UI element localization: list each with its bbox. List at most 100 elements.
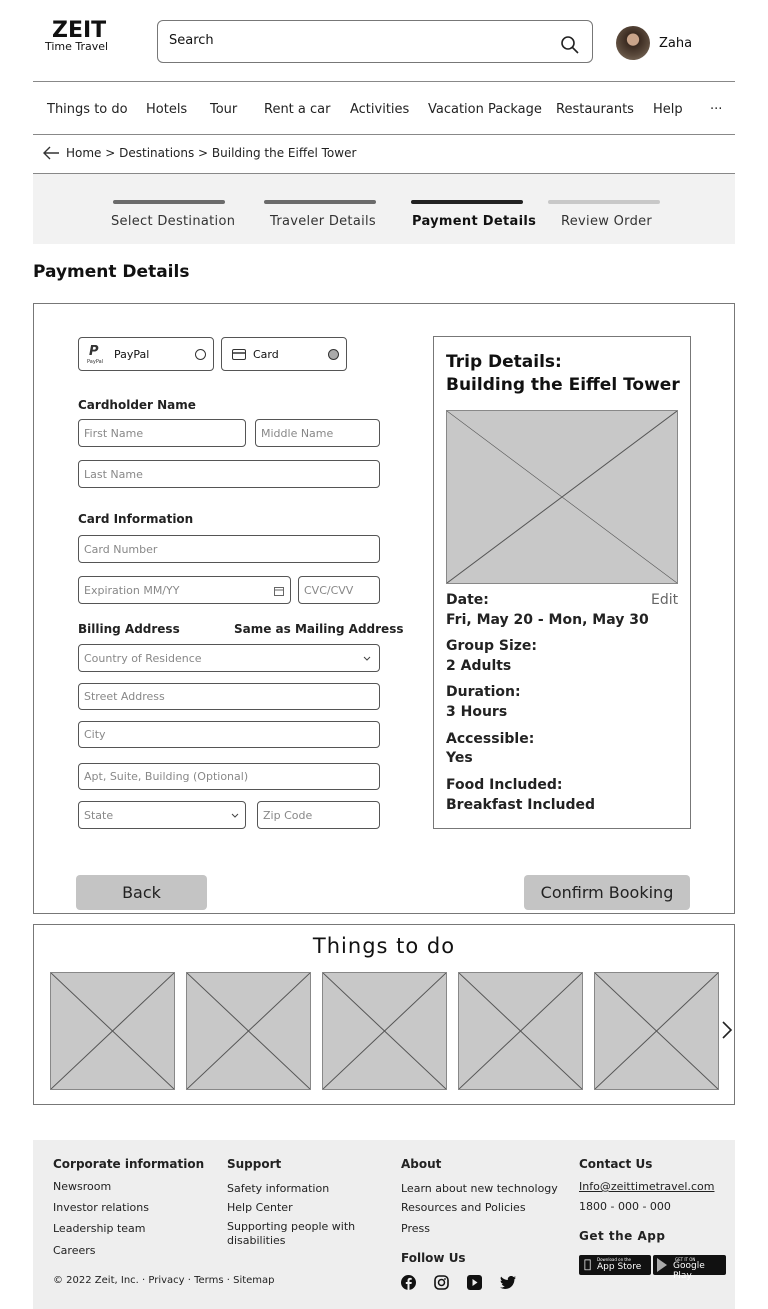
footer-link[interactable]: Learn about new technology: [401, 1182, 558, 1195]
search-input[interactable]: Search: [157, 20, 593, 63]
youtube-icon[interactable]: [467, 1275, 482, 1290]
activity-card-placeholder[interactable]: [594, 972, 719, 1090]
trip-image-placeholder: [446, 410, 678, 584]
first-name-input[interactable]: First Name: [78, 419, 246, 447]
middle-name-input[interactable]: Middle Name: [255, 419, 380, 447]
billing-label: Billing Address: [78, 622, 180, 636]
group-size-label: Group Size:: [446, 638, 537, 654]
nav-vacation-package[interactable]: Vacation Package: [428, 102, 542, 117]
apt-input[interactable]: Apt, Suite, Building (Optional): [78, 763, 380, 790]
breadcrumb[interactable]: Home > Destinations > Building the Eiffe…: [66, 146, 356, 160]
trip-destination: Building the Eiffel Tower: [446, 375, 680, 395]
step-bar-3: [411, 200, 523, 204]
card-label: Card: [253, 348, 279, 361]
card-info-label: Card Information: [78, 512, 194, 526]
nav-rent-a-car[interactable]: Rent a car: [264, 102, 330, 117]
paypal-radio[interactable]: [195, 349, 206, 360]
card-number-input[interactable]: Card Number: [78, 535, 380, 563]
facebook-icon[interactable]: [401, 1275, 416, 1290]
expiration-placeholder: Expiration MM/YY: [84, 583, 180, 597]
twitter-icon[interactable]: [500, 1276, 516, 1289]
apple-icon: : [584, 1257, 591, 1271]
cardholder-label: Cardholder Name: [78, 398, 196, 412]
follow-us-title: Follow Us: [401, 1251, 466, 1265]
step-payment-details[interactable]: Payment Details: [412, 214, 536, 229]
footer-support-title: Support: [227, 1157, 282, 1171]
get-app-title: Get the App: [579, 1229, 666, 1243]
logo-subtitle: Time Travel: [45, 40, 109, 53]
footer-link[interactable]: Safety information: [227, 1182, 329, 1195]
page-title: Payment Details: [33, 262, 190, 282]
country-select[interactable]: Country of Residence: [78, 644, 380, 672]
paypal-logo-text: PayPal: [87, 359, 104, 365]
date-label: Date:: [446, 592, 489, 608]
search-icon[interactable]: [561, 36, 579, 54]
more-icon[interactable]: ···: [710, 102, 722, 117]
food-value: Breakfast Included: [446, 797, 596, 813]
food-label: Food Included:: [446, 777, 563, 793]
nav-restaurants[interactable]: Restaurants: [556, 102, 634, 117]
last-name-input[interactable]: Last Name: [78, 460, 380, 488]
instagram-icon[interactable]: [434, 1275, 449, 1290]
paypal-icon: P: [89, 344, 99, 359]
footer-link[interactable]: Newsroom: [53, 1180, 111, 1193]
activity-card-placeholder[interactable]: [50, 972, 175, 1090]
activity-card-placeholder[interactable]: [322, 972, 447, 1090]
footer-link[interactable]: Investor relations: [53, 1201, 149, 1214]
date-value: Fri, May 20 - Mon, May 30: [446, 612, 649, 628]
state-select[interactable]: State: [78, 801, 246, 829]
same-as-mailing-toggle[interactable]: Same as Mailing Address: [234, 622, 403, 636]
paypal-label: PayPal: [114, 348, 150, 361]
nav-help[interactable]: Help: [653, 102, 683, 117]
nav-hotels[interactable]: Hotels: [146, 102, 187, 117]
footer-about-title: About: [401, 1157, 442, 1171]
country-placeholder: Country of Residence: [84, 651, 202, 665]
things-to-do-title: Things to do: [312, 934, 456, 958]
activity-card-placeholder[interactable]: [458, 972, 583, 1090]
footer-corp-title: Corporate information: [53, 1157, 205, 1171]
google-play-badge[interactable]: GET IT ON Google Play: [653, 1255, 726, 1281]
avatar[interactable]: [616, 26, 650, 60]
footer-link[interactable]: Help Center: [227, 1201, 293, 1214]
paypal-option[interactable]: P PayPal PayPal: [78, 337, 214, 371]
footer-link[interactable]: Resources and Policies: [401, 1201, 526, 1214]
group-size-value: 2 Adults: [446, 658, 512, 674]
nav-things-to-do[interactable]: Things to do: [47, 102, 128, 117]
footer-link[interactable]: Press: [401, 1222, 430, 1235]
app-store-badge[interactable]:  Download on the App Store: [579, 1255, 651, 1275]
copyright: © 2022 Zeit, Inc. · Privacy · Terms · Si…: [53, 1275, 275, 1286]
state-placeholder: State: [84, 808, 114, 822]
activity-card-placeholder[interactable]: [186, 972, 311, 1090]
chevron-right-icon[interactable]: [721, 1020, 733, 1040]
calendar-icon[interactable]: [274, 586, 284, 596]
footer-link[interactable]: Supporting people with disabilities: [227, 1220, 367, 1248]
google-play-label: Google Play: [673, 1261, 705, 1281]
card-option[interactable]: Card: [221, 337, 347, 371]
cvc-input[interactable]: CVC/CVV: [298, 576, 380, 604]
footer-link[interactable]: Careers: [53, 1244, 96, 1257]
nav-activities[interactable]: Activities: [350, 102, 409, 117]
back-arrow-icon[interactable]: [42, 146, 60, 160]
divider: [33, 134, 735, 135]
contact-email-link[interactable]: Info@zeittimetravel.com: [579, 1180, 714, 1193]
nav-tour[interactable]: Tour: [210, 102, 237, 117]
card-radio-selected[interactable]: [328, 349, 339, 360]
step-review-order[interactable]: Review Order: [561, 214, 652, 229]
contact-phone: 1800 - 000 - 000: [579, 1200, 671, 1213]
expiration-input[interactable]: Expiration MM/YY: [78, 576, 291, 604]
edit-link[interactable]: Edit: [651, 592, 678, 608]
stepper: [33, 174, 735, 244]
back-button[interactable]: Back: [76, 875, 207, 910]
chevron-down-icon: [363, 656, 371, 661]
step-traveler-details[interactable]: Traveler Details: [270, 214, 376, 229]
step-select-destination[interactable]: Select Destination: [111, 214, 235, 229]
city-input[interactable]: City: [78, 721, 380, 748]
zip-input[interactable]: Zip Code: [257, 801, 380, 829]
confirm-booking-button[interactable]: Confirm Booking: [524, 875, 690, 910]
divider: [33, 81, 735, 82]
step-bar-2: [264, 200, 376, 204]
search-placeholder: Search: [169, 33, 214, 48]
footer-link[interactable]: Leadership team: [53, 1222, 146, 1235]
user-name[interactable]: Zaha: [659, 36, 692, 51]
street-input[interactable]: Street Address: [78, 683, 380, 710]
